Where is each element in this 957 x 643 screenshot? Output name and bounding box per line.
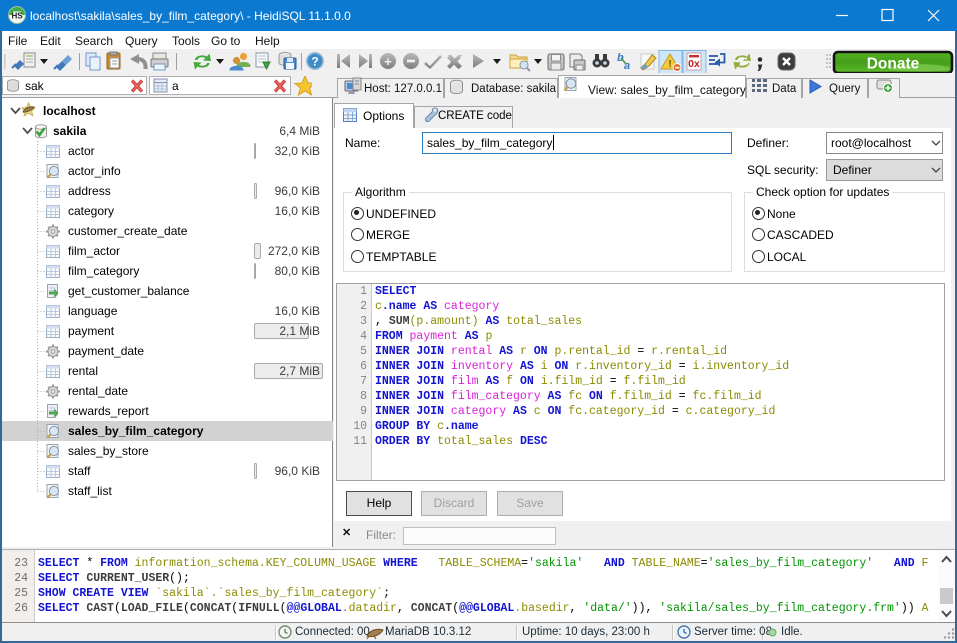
svg-text:?: ? [311, 55, 318, 69]
svg-text:+: + [384, 54, 392, 69]
svg-text:Donate: Donate [867, 56, 920, 73]
svg-text:!: ! [668, 59, 671, 70]
svg-text:sak: sak [25, 79, 45, 93]
svg-text:a: a [172, 79, 179, 93]
svg-text:HS: HS [11, 12, 23, 21]
svg-text:b: b [617, 52, 624, 64]
svg-text:0x: 0x [688, 58, 700, 70]
